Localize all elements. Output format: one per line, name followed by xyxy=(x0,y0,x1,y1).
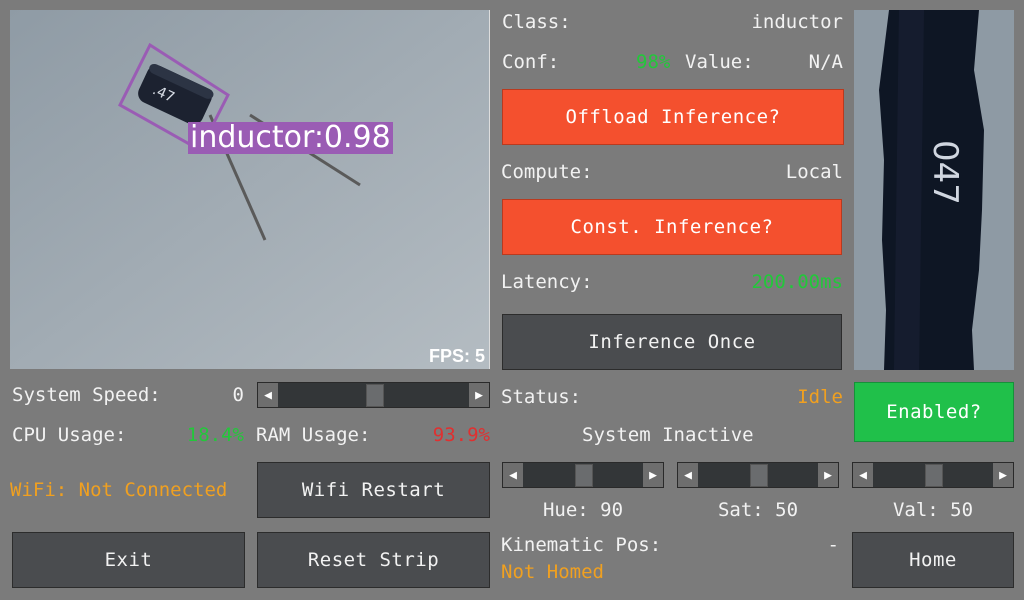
slider-right-arrow-icon[interactable]: ▶ xyxy=(818,463,838,487)
system-speed-value: 0 xyxy=(232,384,244,406)
slider-right-arrow-icon[interactable]: ▶ xyxy=(993,463,1013,487)
fps-readout: FPS: 5 xyxy=(428,346,485,366)
slider-right-arrow-icon[interactable]: ▶ xyxy=(469,383,489,407)
slider-thumb[interactable] xyxy=(925,464,943,487)
side-image: 047 xyxy=(854,10,1014,370)
slider-thumb[interactable] xyxy=(575,464,593,487)
sat-label: Sat: 50 xyxy=(717,499,799,521)
status-value: Idle xyxy=(797,386,843,408)
value-value: N/A xyxy=(808,51,843,73)
side-marking-text: 047 xyxy=(925,140,965,205)
const-inference-button[interactable]: Const. Inference? xyxy=(502,199,842,255)
value-label: Value: xyxy=(685,51,754,73)
slider-left-arrow-icon[interactable]: ◀ xyxy=(678,463,698,487)
side-image-scene: 047 xyxy=(854,10,1014,370)
exit-button[interactable]: Exit xyxy=(12,532,245,588)
latency-label: Latency: xyxy=(501,271,593,293)
val-slider[interactable]: ◀ ▶ xyxy=(852,462,1014,488)
reset-strip-button[interactable]: Reset Strip xyxy=(257,532,490,588)
class-value: inductor xyxy=(751,11,843,33)
camera-feed: .47 inductor:0.98 FPS: 5 xyxy=(10,10,490,369)
system-speed-slider[interactable]: ◀ ▶ xyxy=(257,382,490,408)
conf-label: Conf: xyxy=(502,51,560,73)
inference-once-button[interactable]: Inference Once xyxy=(502,314,842,370)
kinematic-pos-label: Kinematic Pos: xyxy=(501,534,662,556)
slider-thumb[interactable] xyxy=(365,384,384,407)
kinematic-pos-value: - xyxy=(827,534,839,556)
camera-scene: .47 xyxy=(10,10,489,369)
ram-usage-value: 93.9% xyxy=(432,424,490,446)
conf-value: 98% xyxy=(636,51,671,73)
sat-slider[interactable]: ◀ ▶ xyxy=(677,462,839,488)
cpu-usage-label: CPU Usage: xyxy=(12,424,127,446)
ram-usage-label: RAM Usage: xyxy=(256,424,371,446)
hue-label: Hue: 90 xyxy=(542,499,624,521)
compute-label: Compute: xyxy=(501,161,593,183)
slider-left-arrow-icon[interactable]: ◀ xyxy=(503,463,523,487)
homing-state: Not Homed xyxy=(501,561,604,583)
val-label: Val: 50 xyxy=(892,499,974,521)
slider-right-arrow-icon[interactable]: ▶ xyxy=(643,463,663,487)
cpu-usage-value: 18.4% xyxy=(186,424,244,446)
home-button[interactable]: Home xyxy=(852,532,1014,588)
status-label: Status: xyxy=(501,386,582,408)
compute-value: Local xyxy=(785,161,843,183)
wifi-status: WiFi: Not Connected xyxy=(10,479,228,501)
hue-slider[interactable]: ◀ ▶ xyxy=(502,462,664,488)
latency-value: 200.00ms xyxy=(751,271,843,293)
slider-thumb[interactable] xyxy=(750,464,768,487)
enabled-toggle-button[interactable]: Enabled? xyxy=(854,382,1014,442)
system-speed-label: System Speed: xyxy=(12,384,161,406)
wifi-restart-button[interactable]: Wifi Restart xyxy=(257,462,490,518)
slider-left-arrow-icon[interactable]: ◀ xyxy=(853,463,873,487)
slider-left-arrow-icon[interactable]: ◀ xyxy=(258,383,278,407)
offload-inference-button[interactable]: Offload Inference? xyxy=(502,89,844,145)
detection-label: inductor:0.98 xyxy=(188,120,393,155)
class-label: Class: xyxy=(502,11,571,33)
system-state-text: System Inactive xyxy=(582,424,754,446)
